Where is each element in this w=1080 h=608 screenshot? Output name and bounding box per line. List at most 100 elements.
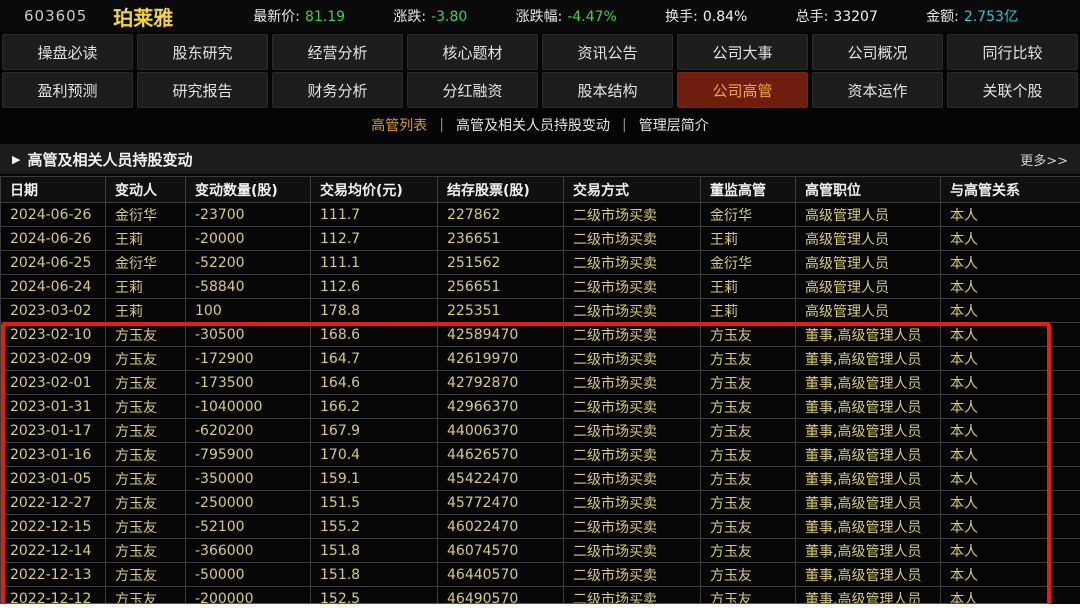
table-cell: 本人 <box>941 251 1080 275</box>
table-cell: 42619970 <box>438 347 564 371</box>
table-cell: 二级市场买卖 <box>564 563 701 587</box>
nav-tab-操盘必读[interactable]: 操盘必读 <box>2 34 133 70</box>
table-cell: 112.7 <box>311 227 438 251</box>
more-link[interactable]: 更多>> <box>1020 150 1068 169</box>
table-cell: 董事,高级管理人员 <box>796 347 941 371</box>
table-cell: 二级市场买卖 <box>564 539 701 563</box>
stock-name: 珀莱雅 <box>113 2 173 31</box>
table-cell: 方玉友 <box>106 347 186 371</box>
table-cell: 44626570 <box>438 443 564 467</box>
table-cell: 151.8 <box>311 563 438 587</box>
table-row: 2023-02-09方玉友-172900164.742619970二级市场买卖方… <box>1 347 1080 371</box>
table-row: 2024-06-24王莉-58840112.6256651二级市场买卖王莉高级管… <box>1 275 1080 299</box>
table-cell: 高级管理人员 <box>796 299 941 323</box>
table-cell: 45422470 <box>438 467 564 491</box>
table-cell: 本人 <box>941 275 1080 299</box>
table-cell: 本人 <box>941 491 1080 515</box>
table-cell: -620200 <box>186 419 311 443</box>
table-cell: 王莉 <box>106 275 186 299</box>
table-cell: 二级市场买卖 <box>564 395 701 419</box>
table-row: 2024-06-26王莉-20000112.7236651二级市场买卖王莉高级管… <box>1 227 1080 251</box>
table-cell: 方玉友 <box>701 491 796 515</box>
table-cell: 董事,高级管理人员 <box>796 563 941 587</box>
nav-tab-分红融资[interactable]: 分红融资 <box>407 72 538 108</box>
nav-tab-公司高管[interactable]: 公司高管 <box>677 72 808 108</box>
table-cell: 2023-02-10 <box>1 323 106 347</box>
nav-row-2: 盈利预测研究报告财务分析分红融资股本结构公司高管资本运作关联个股 <box>0 72 1080 108</box>
quote-field-value: 2.753亿 <box>964 9 1018 25</box>
nav-tab-经营分析[interactable]: 经营分析 <box>272 34 403 70</box>
table-cell: 本人 <box>941 443 1080 467</box>
column-header: 交易方式 <box>564 177 701 203</box>
table-cell: -1040000 <box>186 395 311 419</box>
nav-tab-股东研究[interactable]: 股东研究 <box>137 34 268 70</box>
subnav-item-高管及相关人员持股变动[interactable]: 高管及相关人员持股变动 <box>456 115 610 135</box>
nav-tab-股本结构[interactable]: 股本结构 <box>542 72 673 108</box>
table-cell: 董事,高级管理人员 <box>796 467 941 491</box>
table-cell: -250000 <box>186 491 311 515</box>
nav-tab-盈利预测[interactable]: 盈利预测 <box>2 72 133 108</box>
table-cell: 方玉友 <box>701 419 796 443</box>
table-cell: 42966370 <box>438 395 564 419</box>
table-cell: -173500 <box>186 371 311 395</box>
nav-tab-公司大事[interactable]: 公司大事 <box>677 34 808 70</box>
table-cell: 二级市场买卖 <box>564 419 701 443</box>
table-cell: 256651 <box>438 275 564 299</box>
table-cell: 二级市场买卖 <box>564 467 701 491</box>
section-title: 高管及相关人员持股变动 <box>27 149 192 170</box>
table-row: 2023-03-02王莉100178.8225351二级市场买卖王莉高级管理人员… <box>1 299 1080 323</box>
table-cell: 金衍华 <box>106 203 186 227</box>
table-cell: 168.6 <box>311 323 438 347</box>
table-cell: 2022-12-13 <box>1 563 106 587</box>
nav-tab-资本运作[interactable]: 资本运作 <box>812 72 943 108</box>
table-cell: 方玉友 <box>701 443 796 467</box>
table-cell: -52200 <box>186 251 311 275</box>
subnav-item-管理层简介[interactable]: 管理层简介 <box>639 115 709 135</box>
table-cell: 2022-12-27 <box>1 491 106 515</box>
table-row: 2022-12-13方玉友-50000151.846440570二级市场买卖方玉… <box>1 563 1080 587</box>
quote-field-label: 涨跌幅: <box>516 9 563 25</box>
table-cell: 金衍华 <box>106 251 186 275</box>
quote-field-value: 0.84% <box>703 9 747 25</box>
table-cell: 2023-01-16 <box>1 443 106 467</box>
table-cell: 155.2 <box>311 515 438 539</box>
table-cell: 45772470 <box>438 491 564 515</box>
column-header: 交易均价(元) <box>311 177 438 203</box>
nav-tab-公司概况[interactable]: 公司概况 <box>812 34 943 70</box>
table-cell: 2022-12-15 <box>1 515 106 539</box>
nav-row-1: 操盘必读股东研究经营分析核心题材资讯公告公司大事公司概况同行比较 <box>0 34 1080 70</box>
table-cell: 151.5 <box>311 491 438 515</box>
table-cell: 本人 <box>941 419 1080 443</box>
table-cell: 42589470 <box>438 323 564 347</box>
subnav: 高管列表|高管及相关人员持股变动|管理层简介 <box>0 108 1080 142</box>
table-cell: 2023-02-09 <box>1 347 106 371</box>
subnav-item-高管列表[interactable]: 高管列表 <box>371 115 427 135</box>
table-cell: 王莉 <box>106 299 186 323</box>
table-cell: 王莉 <box>701 299 796 323</box>
nav-tab-同行比较[interactable]: 同行比较 <box>947 34 1078 70</box>
nav-tab-核心题材[interactable]: 核心题材 <box>407 34 538 70</box>
table-cell: 董事,高级管理人员 <box>796 395 941 419</box>
table-cell: 董事,高级管理人员 <box>796 323 941 347</box>
column-header: 日期 <box>1 177 106 203</box>
table-cell: 251562 <box>438 251 564 275</box>
table-cell: 本人 <box>941 347 1080 371</box>
table-cell: 高级管理人员 <box>796 275 941 299</box>
table-cell: 二级市场买卖 <box>564 299 701 323</box>
nav-tab-财务分析[interactable]: 财务分析 <box>272 72 403 108</box>
table-cell: 本人 <box>941 227 1080 251</box>
table-cell: 112.6 <box>311 275 438 299</box>
nav-tab-研究报告[interactable]: 研究报告 <box>137 72 268 108</box>
table-cell: 二级市场买卖 <box>564 251 701 275</box>
nav-tab-资讯公告[interactable]: 资讯公告 <box>542 34 673 70</box>
nav-tab-关联个股[interactable]: 关联个股 <box>947 72 1078 108</box>
table-cell: 本人 <box>941 371 1080 395</box>
table-cell: -350000 <box>186 467 311 491</box>
table-cell: 本人 <box>941 203 1080 227</box>
table-cell: 2022-12-14 <box>1 539 106 563</box>
table-row: 2022-12-14方玉友-366000151.846074570二级市场买卖方… <box>1 539 1080 563</box>
table-cell: 方玉友 <box>701 467 796 491</box>
table-cell: 111.1 <box>311 251 438 275</box>
subnav-separator: | <box>622 117 627 133</box>
table-cell: 2024-06-26 <box>1 227 106 251</box>
